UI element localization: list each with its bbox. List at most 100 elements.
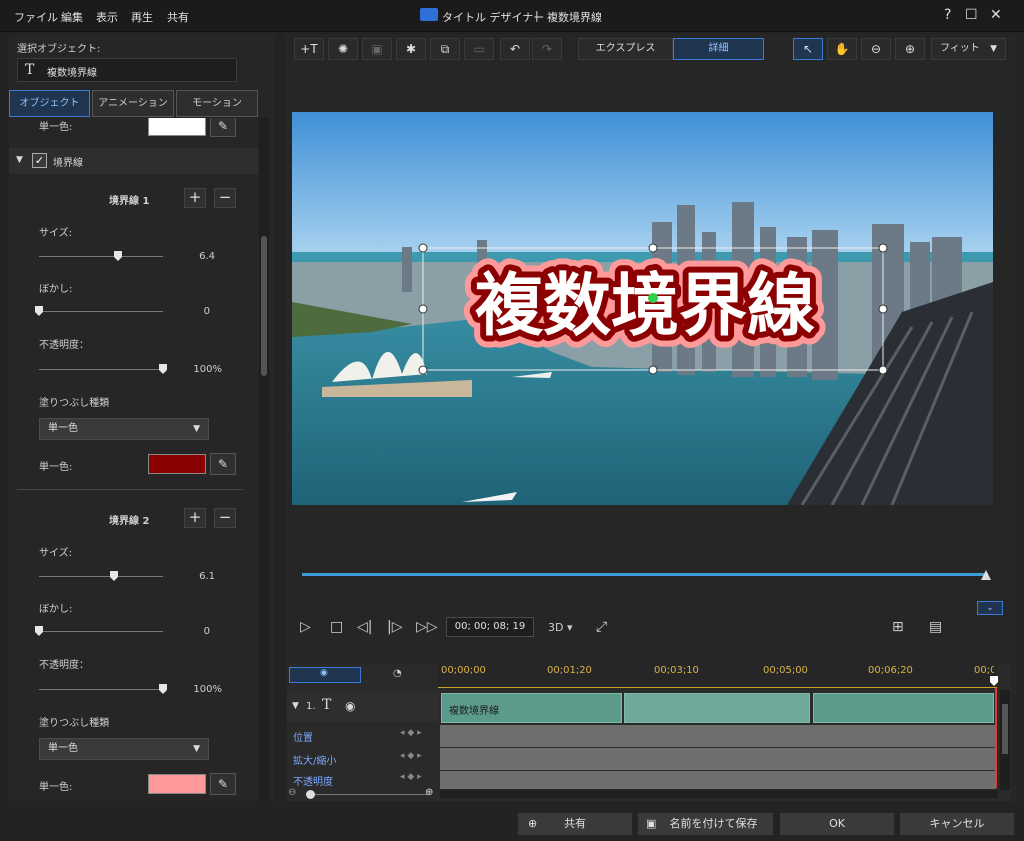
grid-button[interactable]: ⊞: [892, 619, 904, 635]
maximize-button[interactable]: ☐: [965, 7, 978, 23]
eyedropper-button[interactable]: ✎: [210, 118, 236, 137]
menu-play[interactable]: 再生: [131, 9, 153, 25]
keyframe-lane[interactable]: [440, 771, 996, 789]
clock-icon[interactable]: ◔: [393, 668, 402, 679]
clip-segment[interactable]: [624, 693, 810, 723]
fullscreen-button[interactable]: ⤢: [596, 619, 607, 635]
timecode-field[interactable]: 00; 00; 08; 19: [446, 617, 534, 637]
help-button[interactable]: ?: [944, 7, 951, 23]
border1-blur-thumb[interactable]: [35, 306, 43, 316]
border2-opacity-slider[interactable]: [39, 689, 163, 690]
expand-panel-button[interactable]: ⌄: [977, 601, 1003, 615]
selected-object-field[interactable]: T 複数境界線: [17, 58, 237, 82]
close-button[interactable]: ✕: [990, 7, 1002, 23]
timeline-vscrollbar[interactable]: [1000, 690, 1010, 790]
safe-zone-button[interactable]: ▤: [929, 619, 942, 635]
insert-particle-button[interactable]: ✺: [328, 38, 358, 60]
menu-edit[interactable]: 編集: [61, 9, 83, 25]
properties-panel: 選択オブジェクト: T 複数境界線 オブジェクト アニメーション モーション 単…: [9, 34, 274, 801]
border2-add-button[interactable]: +: [184, 508, 206, 528]
top-fill-label: 単一色:: [39, 122, 73, 133]
playback-progress[interactable]: [302, 573, 988, 576]
pan-tool-button[interactable]: ✋: [827, 38, 857, 60]
scrollbar-thumb[interactable]: [1002, 704, 1008, 754]
timeline-zoom-slider[interactable]: ⊖ ⊕: [288, 787, 438, 799]
border2-blur-slider[interactable]: [39, 631, 163, 632]
redo-button[interactable]: ↷: [532, 38, 562, 60]
clip-segment[interactable]: 複数境界線: [441, 693, 622, 723]
prev-frame-button[interactable]: ◁|: [357, 619, 372, 635]
border1-opacity-slider[interactable]: [39, 369, 163, 370]
ok-button[interactable]: OK: [780, 813, 894, 835]
zoom-in-button[interactable]: ⊕: [895, 38, 925, 60]
eyedropper-icon: ✎: [217, 119, 229, 133]
border1-size-slider[interactable]: [39, 256, 163, 257]
tab-object[interactable]: オブジェクト: [9, 90, 90, 117]
eye-icon[interactable]: ◉: [345, 699, 355, 713]
timeline-hscrollbar[interactable]: [440, 790, 998, 798]
border1-blur-slider[interactable]: [39, 311, 163, 312]
undo-button[interactable]: ↶: [500, 38, 530, 60]
zoom-out-icon: ⊖: [870, 42, 882, 56]
tab-animation[interactable]: アニメーション: [92, 90, 174, 117]
next-frame-button[interactable]: |▷: [387, 619, 402, 635]
border1-opacity-thumb[interactable]: [159, 364, 167, 374]
properties-scrollbar[interactable]: [259, 118, 269, 801]
border2-filltype-dropdown[interactable]: 単一色 ▼: [39, 738, 209, 760]
border-section-header[interactable]: ▼ ✓ 境界線: [9, 148, 258, 174]
share-button[interactable]: ⊕ 共有: [518, 813, 632, 835]
ruler-mark: 00;00;00: [441, 665, 486, 676]
clip-segment[interactable]: [813, 693, 994, 723]
keyframe-nav-icon[interactable]: ◂ ◆ ▸: [400, 772, 422, 782]
keyframe-lane[interactable]: [440, 748, 996, 770]
border1-size-thumb[interactable]: [114, 251, 122, 261]
border1-color-swatch[interactable]: [148, 454, 206, 474]
insert-background-button[interactable]: ⧉: [430, 38, 460, 60]
border1-remove-button[interactable]: −: [214, 188, 236, 208]
insert-image-button[interactable]: ▣: [362, 38, 392, 60]
timeline-ruler[interactable]: 00;00;00 00;01;20 00;03;10 00;05;00 00;0…: [438, 664, 997, 688]
timeline-view-button[interactable]: ◉: [289, 667, 361, 683]
border2-size-thumb[interactable]: [110, 571, 118, 581]
zoom-track[interactable]: [306, 794, 428, 795]
zoom-out-button[interactable]: ⊖: [861, 38, 891, 60]
border2-opacity-thumb[interactable]: [159, 684, 167, 694]
border2-remove-button[interactable]: −: [214, 508, 236, 528]
menu-share[interactable]: 共有: [167, 9, 189, 25]
border1-add-button[interactable]: +: [184, 188, 206, 208]
zoom-in-icon[interactable]: ⊕: [425, 787, 433, 798]
remove-background-button[interactable]: ▭: [464, 38, 494, 60]
3d-mode-button[interactable]: 3D ▾: [548, 621, 573, 634]
save-as-button[interactable]: ▣ 名前を付けて保存: [638, 813, 773, 835]
border1-eyedropper-button[interactable]: ✎: [210, 453, 236, 475]
collapse-arrow-icon[interactable]: ▼: [292, 701, 299, 711]
play-button[interactable]: ▷: [300, 619, 311, 635]
insert-text-button[interactable]: +T: [294, 38, 324, 60]
border2-blur-thumb[interactable]: [35, 626, 43, 636]
scrollbar-thumb[interactable]: [261, 236, 267, 376]
preview-canvas[interactable]: 複数境界線 複数境界線 複数境界線 複数境界線: [292, 112, 993, 505]
zoom-thumb[interactable]: [306, 790, 315, 799]
cancel-button[interactable]: キャンセル: [900, 813, 1014, 835]
tab-motion[interactable]: モーション: [176, 90, 258, 117]
detail-mode-button[interactable]: 詳細: [673, 38, 764, 60]
zoom-fit-dropdown[interactable]: フィット ▼: [931, 38, 1006, 60]
keyframe-nav-icon[interactable]: ◂ ◆ ▸: [400, 728, 422, 738]
border2-color-swatch[interactable]: [148, 774, 206, 794]
select-tool-button[interactable]: ↖: [793, 38, 823, 60]
express-mode-button[interactable]: エクスプレス: [578, 38, 673, 60]
border-enable-checkbox[interactable]: ✓: [32, 153, 47, 168]
menu-file[interactable]: ファイル: [14, 9, 58, 25]
border2-eyedropper-button[interactable]: ✎: [210, 773, 236, 795]
keyframe-lane[interactable]: [440, 725, 996, 747]
menu-view[interactable]: 表示: [96, 9, 118, 25]
property-row-position: 位置 ◂ ◆ ▸: [287, 725, 997, 747]
top-fill-swatch[interactable]: [148, 118, 206, 136]
border2-size-slider[interactable]: [39, 576, 163, 577]
fast-forward-button[interactable]: ▷▷: [416, 619, 438, 635]
keyframe-nav-icon[interactable]: ◂ ◆ ▸: [400, 751, 422, 761]
zoom-out-icon[interactable]: ⊖: [288, 787, 296, 798]
insert-effect-button[interactable]: ✱: [396, 38, 426, 60]
border1-filltype-dropdown[interactable]: 単一色 ▼: [39, 418, 209, 440]
stop-button[interactable]: □: [330, 619, 343, 635]
